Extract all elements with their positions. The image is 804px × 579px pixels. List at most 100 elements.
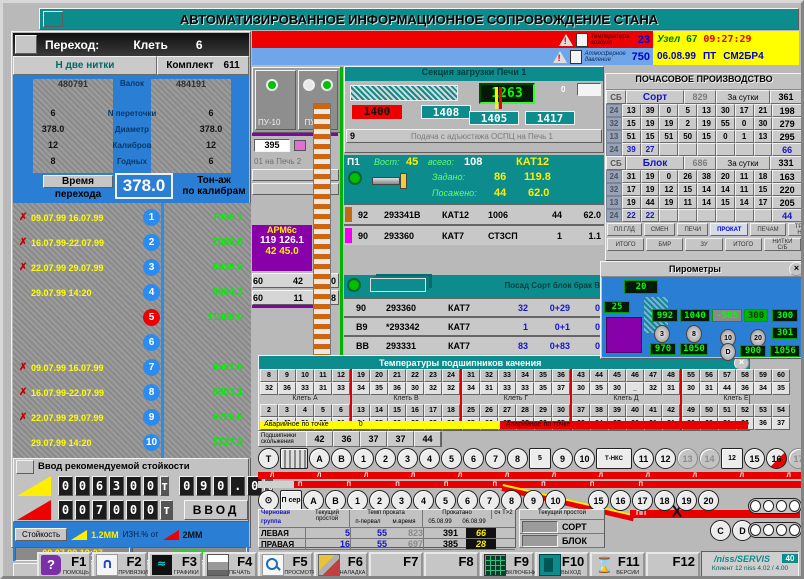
stoykost-button[interactable]: Стойкость xyxy=(15,528,67,541)
pass-number-badge[interactable]: 4 xyxy=(143,284,160,301)
pass-row[interactable]: ✗ 5 11000.0 xyxy=(19,305,249,330)
digit-wheel[interactable]: 0 xyxy=(58,500,73,520)
pass-number-badge[interactable]: 7 xyxy=(143,359,160,376)
pass-number-badge[interactable]: 10 xyxy=(143,434,160,451)
posad-row[interactable]: В9 *293342 КАТ7 1 0+1 0 xyxy=(344,316,604,335)
pass-row[interactable]: ✗ 09.07.99 16.07.99 1 7035.7 xyxy=(19,205,249,230)
digit-wheel[interactable]: 0 xyxy=(75,500,90,520)
report-icon[interactable] xyxy=(576,33,588,47)
stand-button[interactable]: 7 xyxy=(485,448,506,469)
stand-button[interactable]: 20 xyxy=(698,490,719,511)
pass-row[interactable]: ✗ 22.07.99 29.07.99 9 6725.6 xyxy=(19,405,249,430)
stand-button[interactable]: 5 xyxy=(441,448,462,469)
stand-button[interactable]: 1 xyxy=(347,490,368,511)
warning-icon-2[interactable] xyxy=(553,51,567,63)
stand-button[interactable]: ⊙ xyxy=(258,490,279,511)
stand-button[interactable]: 10 xyxy=(574,448,595,469)
production-filter-button[interactable]: БМР xyxy=(646,238,683,251)
stand-button[interactable]: 17 xyxy=(632,490,653,511)
fkey-button[interactable]: F8 xyxy=(424,552,478,578)
stand-button[interactable]: 9 xyxy=(552,448,573,469)
fkey-button[interactable]: F3 ГРАФИКИ xyxy=(148,552,202,578)
stand-button[interactable]: 4 xyxy=(413,490,434,511)
stand-button[interactable]: 8 xyxy=(501,490,522,511)
production-filter-button[interactable]: ПРОКАТ xyxy=(710,223,748,236)
pass-row[interactable]: ✗ 09.07.99 16.07.99 7 6551.9 xyxy=(19,355,249,380)
production-filter-button[interactable]: СМЕН xyxy=(644,223,676,236)
fkey-button[interactable]: F1 ПОМОЩЬ xyxy=(37,552,91,578)
stand-button[interactable]: В xyxy=(331,448,352,469)
stand-button[interactable]: А xyxy=(309,448,330,469)
digit-wheel[interactable]: 0 xyxy=(109,500,124,520)
stand-button[interactable] xyxy=(280,448,308,469)
sort-name[interactable]: Сорт xyxy=(626,90,684,104)
stand-button[interactable]: 13 xyxy=(677,448,698,469)
stand-button[interactable]: Т-НКС xyxy=(596,448,632,469)
stand-button[interactable]: 9 xyxy=(523,490,544,511)
pass-number-badge[interactable]: 3 xyxy=(143,259,160,276)
pass-number-badge[interactable]: 1 xyxy=(143,209,160,226)
stand-button[interactable]: А xyxy=(303,490,324,511)
stand-button[interactable]: 11 xyxy=(633,448,654,469)
posad-row[interactable]: ВВ 293331 КАТ7 83 0+83 0 xyxy=(344,335,604,354)
pass-row[interactable]: ✗ 22.07.99 29.07.99 3 6939.3 xyxy=(19,255,249,280)
stand-button[interactable]: 1 xyxy=(353,448,374,469)
production-filter-button[interactable]: ИТОГО xyxy=(607,238,644,251)
digit-wheel[interactable]: 0 xyxy=(143,500,158,520)
production-filter-button[interactable]: ПЛ.ГЛД xyxy=(607,223,642,236)
fkey-button[interactable]: F5 ПРОСМОТР xyxy=(258,552,312,578)
fkey-button[interactable]: F4 ПЕЧАТЬ xyxy=(203,552,257,578)
stand-button[interactable]: 5 xyxy=(529,448,551,469)
stand-button[interactable]: 17 xyxy=(788,448,804,469)
production-filter-button[interactable]: ПЕЧИ xyxy=(677,223,708,236)
kat-row[interactable]: 90 293360 КАТ7 СТ3СП 1 1.1 xyxy=(344,224,604,245)
digit-wheel[interactable]: 6 xyxy=(92,476,107,496)
stand-button[interactable]: 5 xyxy=(435,490,456,511)
stand-button[interactable]: 2 xyxy=(369,490,390,511)
digit-wheel[interactable]: 0 xyxy=(126,476,141,496)
stand-button[interactable]: 16 xyxy=(610,490,631,511)
warning-icon[interactable] xyxy=(559,34,573,46)
pass-number-badge[interactable]: 6 xyxy=(143,334,160,351)
fkey-button[interactable]: F2 ПРИВЯЗКИ xyxy=(92,552,146,578)
stand-button[interactable]: 3 xyxy=(391,490,412,511)
stand-button[interactable]: П сер xyxy=(280,490,302,511)
stand-button[interactable]: 7 xyxy=(479,490,500,511)
report-icon-2[interactable] xyxy=(570,50,582,64)
production-filter-button[interactable]: ЗУ xyxy=(685,238,722,251)
digit-wheel[interactable]: 0 xyxy=(126,500,141,520)
pass-row[interactable]: ✗ 29.07.99 14:20 10 5727.3 xyxy=(19,430,249,455)
fkey-button[interactable]: F7 xyxy=(369,552,423,578)
stand-button[interactable]: 6 xyxy=(463,448,484,469)
fkey-button[interactable]: F9 ВКЛЮЧЕНИЯ xyxy=(480,552,534,578)
stand-button[interactable]: 12 xyxy=(721,448,743,469)
kat-row[interactable]: 92 293341В КАТ12 1006 44 62.0 xyxy=(344,203,604,224)
stand-button[interactable]: 8 xyxy=(507,448,528,469)
pass-number-badge[interactable]: 5 xyxy=(143,309,160,326)
pass-row[interactable]: ✗ 16.07.99-22.07.99 2 7086.6 xyxy=(19,230,249,255)
stand-button[interactable]: 6 xyxy=(457,490,478,511)
fkey-button[interactable]: F10 ВЫХОД xyxy=(535,552,589,578)
posad-row[interactable]: 90 293360 КАТ7 32 0+29 0 xyxy=(344,297,604,316)
digit-wheel[interactable]: 3 xyxy=(109,476,124,496)
stand-button[interactable]: 16 xyxy=(766,448,787,469)
stand-button[interactable]: 10 xyxy=(545,490,566,511)
digit-wheel[interactable]: 0 xyxy=(58,476,73,496)
production-filter-button[interactable]: ПЕЧАМ xyxy=(750,223,785,236)
pyro-close-icon[interactable]: × xyxy=(789,262,804,276)
production-filter-button[interactable]: НИТКИ С/Б xyxy=(764,238,801,251)
stand-button[interactable]: В xyxy=(325,490,346,511)
stand-button[interactable]: 19 xyxy=(676,490,697,511)
pass-row[interactable]: ✗ 29.07.99 14:20 4 5664.3 xyxy=(19,280,249,305)
digit-wheel[interactable]: 0 xyxy=(179,476,194,496)
stand-button[interactable]: 14 xyxy=(699,448,720,469)
digit-wheel[interactable]: 0 xyxy=(143,476,158,496)
digit-wheel[interactable]: . xyxy=(230,476,245,496)
blok-name[interactable]: Блок xyxy=(626,156,684,170)
stand-button[interactable]: 2 xyxy=(375,448,396,469)
fkey-button[interactable]: F11 ВЕРСИИ xyxy=(590,552,644,578)
stand-button[interactable]: 4 xyxy=(419,448,440,469)
stand-button[interactable]: С xyxy=(710,520,731,541)
stand-button[interactable]: 18 xyxy=(654,490,675,511)
pass-number-badge[interactable]: 2 xyxy=(143,234,160,251)
